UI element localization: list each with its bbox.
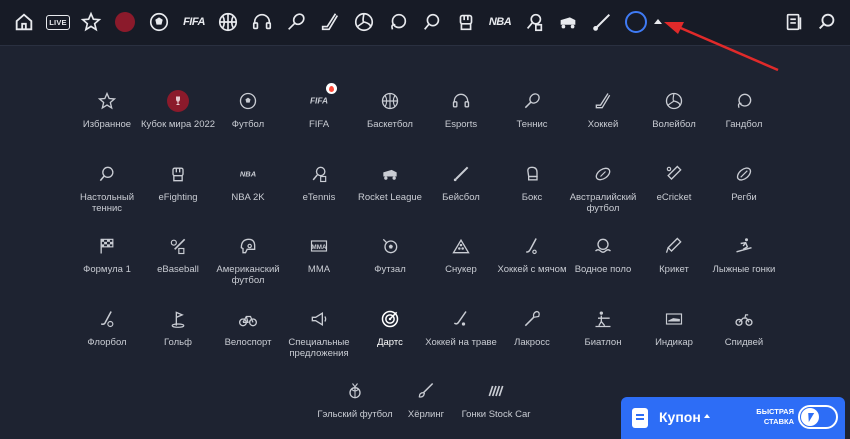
table-tennis-icon bbox=[95, 162, 119, 186]
gaelic-ball-icon bbox=[343, 379, 367, 403]
cricket-bat-icon bbox=[662, 234, 686, 258]
coupon-label: Купон bbox=[659, 409, 701, 425]
skier-icon bbox=[732, 234, 756, 258]
annotation-arrow bbox=[664, 22, 779, 72]
motorbike-icon bbox=[732, 307, 756, 331]
coupon-expand-icon[interactable] bbox=[704, 414, 710, 418]
golf-flag-icon bbox=[166, 307, 190, 331]
hurling-icon bbox=[414, 379, 438, 403]
fast-bet-label: БЫСТРАЯ СТАВКА bbox=[756, 407, 794, 426]
fifa-icon: FIFA bbox=[307, 83, 337, 113]
sport-item[interactable]: Лыжные гонки bbox=[701, 234, 787, 275]
sport-item[interactable]: Гонки Stock Car bbox=[453, 379, 539, 420]
hockey-stick-icon bbox=[591, 89, 615, 113]
football-helmet-icon bbox=[236, 234, 260, 258]
water-polo-icon bbox=[591, 234, 615, 258]
hot-badge-icon bbox=[326, 83, 337, 94]
sport-label: Лыжные гонки bbox=[712, 264, 776, 275]
fast-bet-toggle[interactable] bbox=[798, 405, 838, 429]
sport-item[interactable]: Спидвей bbox=[701, 307, 787, 348]
coupon-icon bbox=[632, 408, 648, 428]
sport-label: Гонки Stock Car bbox=[461, 409, 531, 420]
svg-text:MMA: MMA bbox=[312, 244, 327, 251]
handball-icon bbox=[732, 89, 756, 113]
sport-label: Регби bbox=[731, 192, 757, 203]
floorball-icon bbox=[95, 307, 119, 331]
field-hockey-icon bbox=[449, 307, 473, 331]
mma-icon: MMA bbox=[307, 234, 331, 258]
tennis-racket-icon bbox=[520, 89, 544, 113]
bandy-icon bbox=[520, 234, 544, 258]
ebaseball-icon bbox=[166, 234, 190, 258]
volleyball-icon bbox=[662, 89, 686, 113]
lightning-icon bbox=[801, 408, 819, 426]
checkered-flag-icon bbox=[95, 234, 119, 258]
sport-label: Спидвей bbox=[724, 337, 764, 348]
star-icon bbox=[95, 89, 119, 113]
sport-label: Гандбол bbox=[725, 119, 763, 130]
stock-car-icon bbox=[484, 379, 508, 403]
indycar-icon bbox=[662, 307, 686, 331]
sport-item[interactable]: Гандбол bbox=[701, 89, 787, 130]
basketball-icon bbox=[378, 89, 402, 113]
megaphone-icon bbox=[307, 307, 331, 331]
soccer-ball-icon bbox=[236, 89, 260, 113]
nba2k-icon: NBA bbox=[236, 162, 260, 186]
svg-text:NBA: NBA bbox=[240, 170, 256, 179]
lacrosse-icon bbox=[520, 307, 544, 331]
etennis-icon bbox=[307, 162, 331, 186]
ecricket-icon bbox=[662, 162, 686, 186]
rocket-car-icon bbox=[378, 162, 402, 186]
world-cup-icon bbox=[166, 89, 190, 113]
snooker-icon bbox=[449, 234, 473, 258]
boxing-glove-icon bbox=[520, 162, 544, 186]
sport-item[interactable]: Регби bbox=[701, 162, 787, 203]
svg-text:FIFA: FIFA bbox=[310, 96, 328, 106]
rugby-ball-icon bbox=[732, 162, 756, 186]
coupon-panel[interactable]: Купон БЫСТРАЯ СТАВКА bbox=[621, 397, 845, 439]
headset-icon bbox=[449, 89, 473, 113]
futsal-icon bbox=[378, 234, 402, 258]
aussie-ball-icon bbox=[591, 162, 615, 186]
biathlon-icon bbox=[591, 307, 615, 331]
bicycle-icon bbox=[236, 307, 260, 331]
baseball-bat-icon bbox=[449, 162, 473, 186]
fist-icon bbox=[166, 162, 190, 186]
darts-target-icon bbox=[378, 307, 402, 331]
